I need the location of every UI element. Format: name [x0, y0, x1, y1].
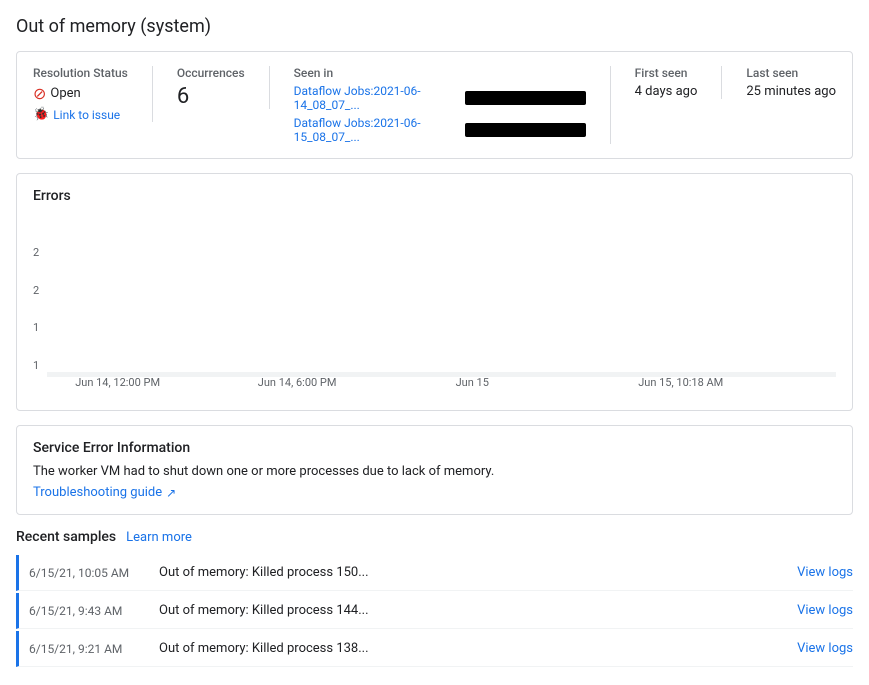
- troubleshoot-link[interactable]: Troubleshooting guide ↗: [33, 485, 176, 500]
- y-label-3: 2: [33, 284, 39, 297]
- sample-list: 6/15/21, 10:05 AM Out of memory: Killed …: [16, 555, 853, 667]
- occurrences-value: 6: [177, 84, 245, 109]
- chart-container: 2 2 1 1: [33, 216, 836, 396]
- grid-line-3: [47, 373, 836, 374]
- occurrences-section: Occurrences 6: [177, 66, 270, 109]
- view-logs-3[interactable]: View logs: [797, 641, 853, 656]
- redacted-2: [465, 123, 586, 137]
- sample-msg-3: Out of memory: Killed process 138...: [159, 641, 797, 656]
- sample-time-3: 6/15/21, 9:21 AM: [29, 642, 159, 656]
- sample-row-1: 6/15/21, 10:05 AM Out of memory: Killed …: [16, 555, 853, 591]
- x-label-3: Jun 15: [456, 376, 489, 389]
- x-label-1: Jun 14, 12:00 PM: [75, 376, 160, 389]
- learn-more-link[interactable]: Learn more: [126, 530, 192, 545]
- recent-title: Recent samples: [16, 529, 116, 545]
- sample-time-2: 6/15/21, 9:43 AM: [29, 604, 159, 618]
- seen-in-section: Seen in Dataflow Jobs:2021-06-14_08_07_.…: [294, 66, 611, 144]
- seen-link-1[interactable]: Dataflow Jobs:2021-06-14_08_07_...: [294, 84, 461, 112]
- x-label-4: Jun 15, 10:18 AM: [638, 376, 723, 389]
- resolution-label: Resolution Status: [33, 66, 128, 80]
- first-seen-section: First seen 4 days ago: [635, 66, 723, 99]
- seen-in-label: Seen in: [294, 66, 586, 80]
- sample-row-2: 6/15/21, 9:43 AM Out of memory: Killed p…: [16, 593, 853, 629]
- sample-row-3: 6/15/21, 9:21 AM Out of memory: Killed p…: [16, 631, 853, 667]
- status-value: Open: [50, 86, 80, 101]
- x-axis: Jun 14, 12:00 PM Jun 14, 6:00 PM Jun 15 …: [75, 376, 836, 396]
- last-seen-section: Last seen 25 minutes ago: [746, 66, 836, 99]
- y-axis: 2 2 1 1: [33, 246, 39, 396]
- info-card: Resolution Status ⊘ Open 🐞 Link to issue…: [16, 51, 853, 159]
- grid-line-4: [47, 372, 836, 373]
- sample-msg-2: Out of memory: Killed process 144...: [159, 603, 797, 618]
- errors-chart-card: Errors 2 2 1 1: [16, 173, 853, 411]
- service-error-description: The worker VM had to shut down one or mo…: [33, 464, 836, 479]
- chart-area-wrapper: Jun 14, 12:00 PM Jun 14, 6:00 PM Jun 15 …: [47, 372, 836, 396]
- bug-icon: 🐞: [33, 107, 49, 122]
- occurrences-label: Occurrences: [177, 66, 245, 80]
- seen-link-2[interactable]: Dataflow Jobs:2021-06-15_08_07_...: [294, 116, 461, 144]
- y-label-4: 2: [33, 246, 39, 259]
- first-seen-value: 4 days ago: [635, 84, 698, 99]
- recent-samples-section: Recent samples Learn more 6/15/21, 10:05…: [16, 529, 853, 667]
- first-seen-label: First seen: [635, 66, 698, 80]
- status-open: ⊘ Open: [33, 84, 128, 103]
- x-label-2: Jun 14, 6:00 PM: [258, 376, 337, 389]
- redacted-1: [465, 91, 586, 105]
- y-label-1: 1: [33, 359, 39, 372]
- service-error-title: Service Error Information: [33, 440, 836, 456]
- external-link-icon: ↗: [166, 486, 176, 500]
- grid-line-2: [47, 374, 836, 375]
- link-to-issue[interactable]: 🐞 Link to issue: [33, 107, 128, 122]
- sample-msg-1: Out of memory: Killed process 150...: [159, 565, 797, 580]
- y-label-2: 1: [33, 321, 39, 334]
- seen-in-links: Dataflow Jobs:2021-06-14_08_07_... Dataf…: [294, 84, 586, 144]
- sample-time-1: 6/15/21, 10:05 AM: [29, 566, 159, 580]
- error-icon: ⊘: [33, 84, 46, 103]
- view-logs-1[interactable]: View logs: [797, 565, 853, 580]
- last-seen-value: 25 minutes ago: [746, 84, 836, 99]
- service-error-card: Service Error Information The worker VM …: [16, 425, 853, 515]
- last-seen-label: Last seen: [746, 66, 836, 80]
- chart-title: Errors: [33, 188, 836, 204]
- resolution-section: Resolution Status ⊘ Open 🐞 Link to issue: [33, 66, 153, 122]
- recent-header: Recent samples Learn more: [16, 529, 853, 545]
- page-title: Out of memory (system): [16, 16, 853, 37]
- view-logs-2[interactable]: View logs: [797, 603, 853, 618]
